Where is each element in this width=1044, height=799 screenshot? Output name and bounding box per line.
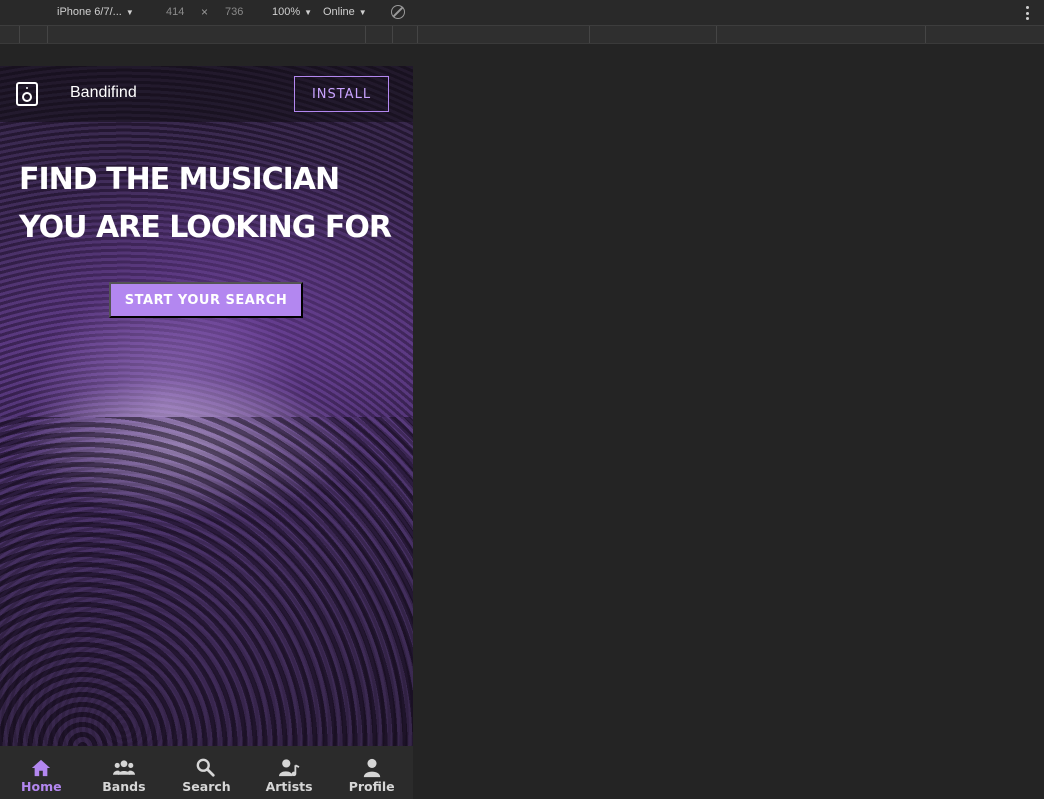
rotate-icon[interactable] [391, 5, 405, 19]
person-icon [363, 758, 380, 778]
chevron-down-icon: ▼ [358, 7, 367, 17]
install-button[interactable]: INSTALL [294, 76, 389, 112]
home-icon [32, 759, 51, 777]
viewport-width-input[interactable]: 414 [166, 6, 184, 18]
nav-label-home: Home [21, 779, 62, 794]
nav-item-search[interactable]: Search [165, 746, 248, 799]
more-options-icon[interactable] [1026, 6, 1029, 20]
nav-label-profile: Profile [348, 779, 395, 794]
group-icon [112, 760, 135, 775]
nav-item-profile[interactable]: Profile [330, 746, 413, 799]
bottom-navigation: Home Bands Search Artists Profile [0, 746, 413, 799]
device-name: iPhone 6/7/... [57, 6, 122, 18]
device-select[interactable]: iPhone 6/7/... ▼ [57, 6, 134, 18]
viewport-height-input[interactable]: 736 [225, 6, 243, 18]
start-search-button[interactable]: START YOUR SEARCH [109, 282, 303, 318]
devtools-device-toolbar: iPhone 6/7/... ▼ 414 × 736 100% ▼ Online… [0, 0, 1044, 26]
nav-item-bands[interactable]: Bands [83, 746, 166, 799]
network-throttle-select[interactable]: Online ▼ [323, 6, 367, 18]
dimension-separator: × [201, 5, 209, 19]
headline-line-1: FIND THE MUSICIAN [19, 162, 340, 197]
hero-headline: FIND THE MUSICIAN YOU ARE LOOKING FOR [19, 156, 392, 252]
network-value: Online [323, 6, 355, 18]
nav-item-home[interactable]: Home [0, 746, 83, 799]
artist-icon [279, 759, 300, 777]
speaker-logo-icon[interactable] [16, 82, 38, 106]
app-header: Bandifind INSTALL [0, 66, 413, 122]
nav-label-artists: Artists [265, 779, 313, 794]
crowd-overlay [0, 417, 413, 747]
zoom-select[interactable]: 100% ▼ [272, 6, 312, 18]
nav-label-search: Search [182, 779, 231, 794]
zoom-value: 100% [272, 6, 301, 18]
nav-item-artists[interactable]: Artists [248, 746, 331, 799]
chevron-down-icon: ▼ [304, 7, 313, 17]
media-query-ruler [0, 26, 1044, 44]
device-viewport: Bandifind INSTALL FIND THE MUSICIAN YOU … [0, 66, 413, 799]
search-icon [197, 758, 216, 777]
brand-name[interactable]: Bandifind [70, 84, 137, 102]
chevron-down-icon: ▼ [125, 7, 134, 17]
headline-line-2: YOU ARE LOOKING FOR [19, 210, 392, 245]
nav-label-bands: Bands [102, 779, 146, 794]
